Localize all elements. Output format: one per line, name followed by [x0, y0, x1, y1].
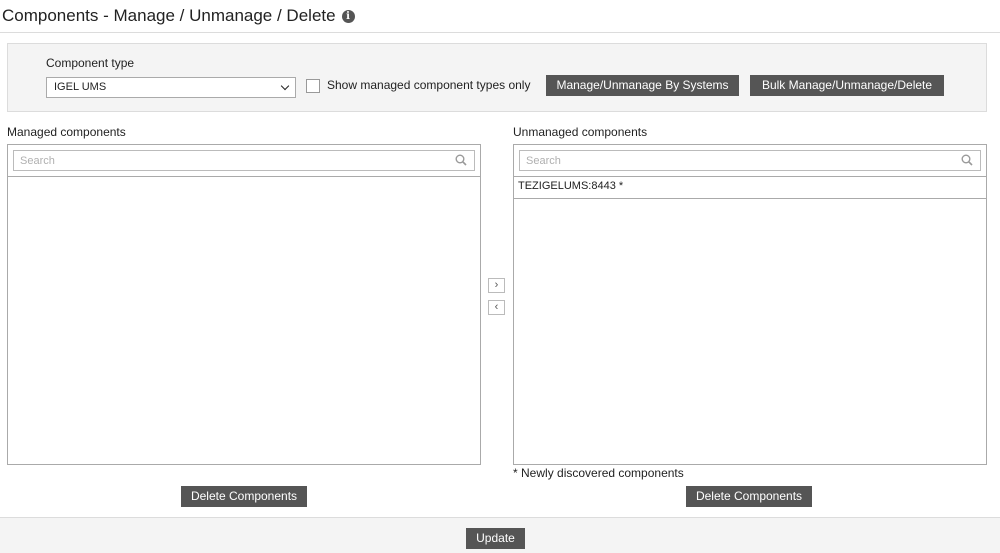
page-title-text: Components - Manage / Unmanage / Delete: [2, 6, 336, 25]
info-icon[interactable]: i: [341, 9, 355, 23]
chevron-right-icon: ›: [494, 279, 499, 291]
show-managed-only-checkbox[interactable]: [306, 79, 320, 93]
list-item[interactable]: TEZIGELUMS:8443 *: [518, 180, 623, 192]
bulk-manage-button[interactable]: Bulk Manage/Unmanage/Delete: [750, 75, 944, 96]
unmanaged-search-field[interactable]: [519, 150, 981, 171]
update-button[interactable]: Update: [466, 528, 525, 549]
manage-by-systems-button[interactable]: Manage/Unmanage By Systems: [546, 75, 739, 96]
component-name: TEZIGELUMS:8443: [518, 180, 616, 192]
chevron-down-icon: [280, 81, 290, 91]
list-header-divider: [514, 176, 986, 177]
delete-managed-components-button[interactable]: Delete Components: [181, 486, 307, 507]
move-to-unmanaged-button[interactable]: ›: [488, 278, 505, 293]
filter-panel: Component type IGEL UMS Show managed com…: [7, 43, 987, 112]
delete-unmanaged-components-button[interactable]: Delete Components: [686, 486, 812, 507]
title-divider: [0, 32, 1000, 33]
legend-note: * Newly discovered components: [513, 466, 684, 480]
page-title: Components - Manage / Unmanage / Delete …: [2, 5, 355, 27]
unmanaged-components-label: Unmanaged components: [513, 125, 648, 139]
move-to-managed-button[interactable]: ‹: [488, 300, 505, 315]
search-icon[interactable]: [961, 154, 973, 166]
list-header-divider: [8, 176, 480, 177]
list-item-divider: [514, 198, 986, 199]
component-type-label: Component type: [46, 56, 135, 70]
unmanaged-search-input[interactable]: [520, 151, 980, 170]
new-component-marker: *: [618, 180, 624, 192]
unmanaged-components-list[interactable]: TEZIGELUMS:8443 *: [513, 144, 987, 465]
search-icon[interactable]: [455, 154, 467, 166]
legend-text: Newly discovered components: [521, 466, 684, 480]
show-managed-only-label[interactable]: Show managed component types only: [327, 78, 530, 92]
managed-components-label: Managed components: [7, 125, 126, 139]
component-type-selected-value: IGEL UMS: [54, 81, 107, 93]
footer-bar: Update: [0, 517, 1000, 553]
managed-components-list[interactable]: [7, 144, 481, 465]
managed-search-input[interactable]: [14, 151, 474, 170]
chevron-left-icon: ‹: [494, 301, 499, 313]
managed-search-field[interactable]: [13, 150, 475, 171]
component-type-select[interactable]: IGEL UMS: [46, 77, 296, 98]
legend-marker: *: [513, 466, 518, 480]
